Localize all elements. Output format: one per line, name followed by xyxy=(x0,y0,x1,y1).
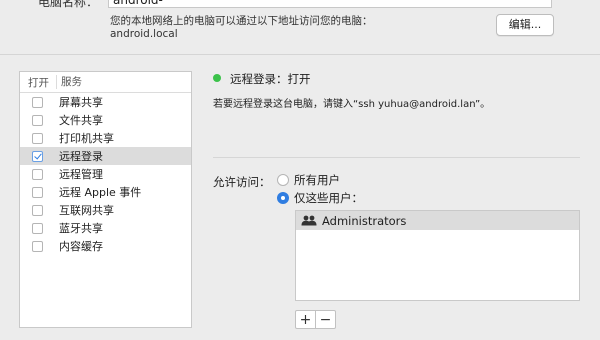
service-checkbox[interactable] xyxy=(32,186,43,198)
service-checkbox[interactable] xyxy=(32,96,43,108)
ssh-hint-text: 若要远程登录这台电脑，请键入“ssh yuhua@android.lan”。 xyxy=(213,99,491,110)
service-checkbox[interactable] xyxy=(32,204,43,216)
computer-name-label: 电脑名称： xyxy=(38,0,99,9)
service-label: 互联网共享 xyxy=(59,204,114,217)
computer-name-section: 电脑名称： android- 您的本地网络上的电脑可以通过以下地址访问您的电脑：… xyxy=(0,0,600,54)
status-indicator-dot xyxy=(213,74,221,82)
service-label: 蓝牙共享 xyxy=(59,222,103,235)
service-label: 远程登录 xyxy=(59,150,103,163)
service-label: 打印机共享 xyxy=(59,132,114,145)
add-user-button[interactable]: + xyxy=(296,311,315,328)
user-row[interactable]: Administrators xyxy=(296,211,579,230)
service-checkbox[interactable] xyxy=(32,240,43,252)
local-address-value: android.local xyxy=(110,28,178,40)
detail-divider xyxy=(213,157,580,158)
service-row[interactable]: 远程 Apple 事件 xyxy=(20,183,191,201)
service-checkbox[interactable] xyxy=(32,222,43,234)
computer-name-field[interactable]: android- xyxy=(108,0,552,8)
user-name: Administrators xyxy=(322,213,407,228)
service-list-header: 打开 服务 xyxy=(20,72,191,93)
service-row[interactable]: 屏幕共享 xyxy=(20,93,191,111)
service-label: 屏幕共享 xyxy=(59,96,103,109)
service-label: 文件共享 xyxy=(59,114,103,127)
service-row[interactable]: 远程登录 xyxy=(20,147,191,165)
local-address-note-line1: 您的本地网络上的电脑可以通过以下地址访问您的电脑： xyxy=(110,15,373,27)
service-row[interactable]: 蓝牙共享 xyxy=(20,219,191,237)
local-address-note: 您的本地网络上的电脑可以通过以下地址访问您的电脑： android.local xyxy=(110,15,373,41)
allow-access-label: 允许访问： xyxy=(213,175,271,189)
remove-user-button[interactable]: − xyxy=(315,311,335,328)
service-checkbox[interactable] xyxy=(32,168,43,180)
service-row[interactable]: 互联网共享 xyxy=(20,201,191,219)
column-header-service[interactable]: 服务 xyxy=(56,75,82,89)
service-row[interactable]: 远程管理 xyxy=(20,165,191,183)
add-remove-controls: + − xyxy=(295,310,336,329)
service-row[interactable]: 文件共享 xyxy=(20,111,191,129)
radio-all-users-label[interactable]: 所有用户 xyxy=(294,172,340,188)
service-label: 远程 Apple 事件 xyxy=(59,186,142,199)
top-divider xyxy=(0,54,600,55)
service-checkbox[interactable] xyxy=(32,132,43,144)
radio-only-these-users[interactable] xyxy=(277,192,289,204)
service-row[interactable]: 打印机共享 xyxy=(20,129,191,147)
service-checkbox[interactable] xyxy=(32,114,43,126)
service-label: 远程管理 xyxy=(59,168,103,181)
service-status-text: 远程登录：打开 xyxy=(230,72,311,86)
service-row[interactable]: 内容缓存 xyxy=(20,237,191,255)
allowed-users-list[interactable]: Administrators xyxy=(295,210,580,301)
service-label: 内容缓存 xyxy=(59,240,103,253)
user-group-icon xyxy=(301,215,317,226)
radio-only-these-users-label[interactable]: 仅这些用户： xyxy=(294,190,363,206)
column-header-open[interactable]: 打开 xyxy=(20,75,56,90)
service-checkbox[interactable] xyxy=(32,150,43,162)
radio-all-users[interactable] xyxy=(277,174,289,186)
edit-button[interactable]: 编辑... xyxy=(496,14,554,36)
service-list[interactable]: 打开 服务 屏幕共享文件共享打印机共享远程登录远程管理远程 Apple 事件 互联… xyxy=(19,71,192,328)
